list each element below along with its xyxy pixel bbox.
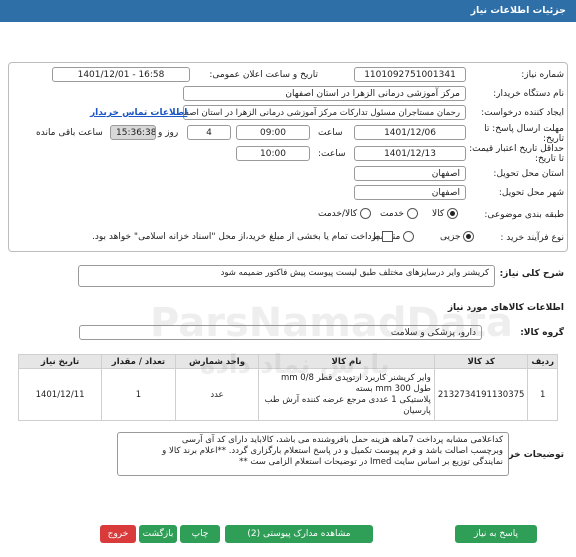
print-button[interactable]: چاپ <box>180 525 220 543</box>
reply-deadline-time-field: 09:00 <box>236 125 310 140</box>
buyer-org-label: نام دستگاه خریدار: <box>493 89 564 99</box>
announce-datetime-field: 1401/12/01 - 16:58 <box>52 67 190 82</box>
need-number-label: شماره نیاز: <box>521 70 564 80</box>
remaining-time-label: ساعت باقی مانده <box>36 128 103 138</box>
item-name-line: وایر کریشنر کاربرد ارتوپدی قطر 0/8 mm طو… <box>280 372 431 394</box>
payment-treasury-checkbox[interactable]: پرداخت تمام یا بخشی از مبلغ خرید،از محل … <box>92 231 393 242</box>
radio-selected-icon[interactable] <box>447 208 459 219</box>
price-validity-date-field: 1401/12/13 <box>354 146 466 161</box>
process-option-minor[interactable]: جزیی <box>440 231 475 242</box>
delivery-province-label: استان محل تحویل: <box>493 169 564 179</box>
need-date-cell: 1401/12/11 <box>17 368 103 421</box>
general-description-label: شرح کلی نیاز: <box>499 269 564 279</box>
row-number-cell: 1 <box>527 368 558 421</box>
days-label: روز و <box>158 128 179 138</box>
window-title: جزئیات اطلاعات نیاز <box>0 0 576 22</box>
checkbox-icon[interactable] <box>381 231 393 242</box>
table-row: 1 2132734191130375 وایر کریشنر کاربرد ار… <box>17 368 558 421</box>
category-option-goods[interactable]: کالا <box>432 208 459 219</box>
announce-datetime-label: تاریخ و ساعت اعلان عمومی: <box>209 70 318 80</box>
goods-group-label: گروه کالا: <box>520 328 564 338</box>
buyer-notes-line: وبرچسب اصالت باشد و فرم پیوست تکمیل و در… <box>162 446 503 456</box>
remaining-time-field: 15:36:38 <box>110 125 156 140</box>
back-button[interactable]: بازگشت <box>139 525 177 543</box>
goods-group-field: دارو، پزشکی و سلامت <box>79 325 482 340</box>
item-name-line: پلاستیکی 1 عددی مرجع عرضه کننده آرش طب پ… <box>264 394 431 416</box>
buyer-org-field: مرکز آموزشی درمانی الزهرا در استان اصفها… <box>183 86 466 101</box>
item-code-cell: 2132734191130375 <box>433 368 529 421</box>
item-name-cell: وایر کریشنر کاربرد ارتوپدی قطر 0/8 mm طو… <box>258 368 435 421</box>
days-remaining-field: 4 <box>187 125 231 140</box>
radio-selected-icon[interactable] <box>463 231 475 242</box>
price-validity-label: حداقل تاریخ اعتبار قیمت: تا تاریخ: <box>469 144 564 164</box>
radio-icon[interactable] <box>360 208 372 219</box>
table-header-row: ردیف کد کالا نام کالا واحد شمارش تعداد /… <box>17 354 558 369</box>
price-validity-time-field: 10:00 <box>236 146 310 161</box>
column-header: واحد شمارش <box>174 354 260 369</box>
quantity-cell: 1 <box>101 368 176 421</box>
reply-deadline-label: مهلت ارسال پاسخ: تا تاریخ: <box>484 124 564 144</box>
column-header: ردیف <box>527 354 558 369</box>
buyer-notes-line: نمایندگی توزیع بر اساس سایت Imed در توضی… <box>239 457 503 467</box>
buyer-contact-link[interactable]: اطلاعات تماس خریدار <box>90 108 187 118</box>
need-number-field: 1101092751001341 <box>354 67 466 82</box>
items-table: ردیف کد کالا نام کالا واحد شمارش تعداد /… <box>17 354 558 421</box>
requester-label: ایجاد کننده درخواست: <box>481 108 564 118</box>
radio-icon[interactable] <box>403 231 415 242</box>
general-description-field: کریشنر وایر درسایزهای مختلف طبق لیست پیو… <box>78 265 495 287</box>
column-header: نام کالا <box>258 354 435 369</box>
delivery-city-field: اصفهان <box>354 185 466 200</box>
category-option-service[interactable]: خدمت <box>380 208 418 219</box>
price-validity-time-label: ساعت: <box>318 149 346 159</box>
buyer-notes-line: کداعلامی مشابه پرداخت 7ماهه هزینه حمل با… <box>181 435 503 445</box>
reply-deadline-date-field: 1401/12/06 <box>354 125 466 140</box>
process-label: نوع فرآیند خرید : <box>500 233 564 243</box>
column-header: کد کالا <box>433 354 529 369</box>
reply-time-label: ساعت <box>318 128 343 138</box>
delivery-city-label: شهر محل تحویل: <box>498 188 564 198</box>
column-header: تاریخ نیاز <box>17 354 103 369</box>
category-label: طبقه بندی موضوعی: <box>484 210 564 220</box>
exit-button[interactable]: خروج <box>100 525 136 543</box>
requester-field: رحمان مستاجران مسئول تدارکات مرکز آموزشی… <box>183 105 466 120</box>
column-header: تعداد / مقدار <box>101 354 176 369</box>
category-option-goods-service[interactable]: کالا/خدمت <box>318 208 372 219</box>
goods-section-title: اطلاعات کالاهای مورد نیاز <box>447 303 564 313</box>
unit-cell: عدد <box>174 368 260 421</box>
reply-button[interactable]: پاسخ به نیاز <box>455 525 537 543</box>
view-attachments-button[interactable]: مشاهده مدارک پیوستی (2) <box>225 525 373 543</box>
radio-icon[interactable] <box>406 208 418 219</box>
delivery-province-field: اصفهان <box>354 166 466 181</box>
buyer-notes-field: کداعلامی مشابه پرداخت 7ماهه هزینه حمل با… <box>117 432 509 476</box>
